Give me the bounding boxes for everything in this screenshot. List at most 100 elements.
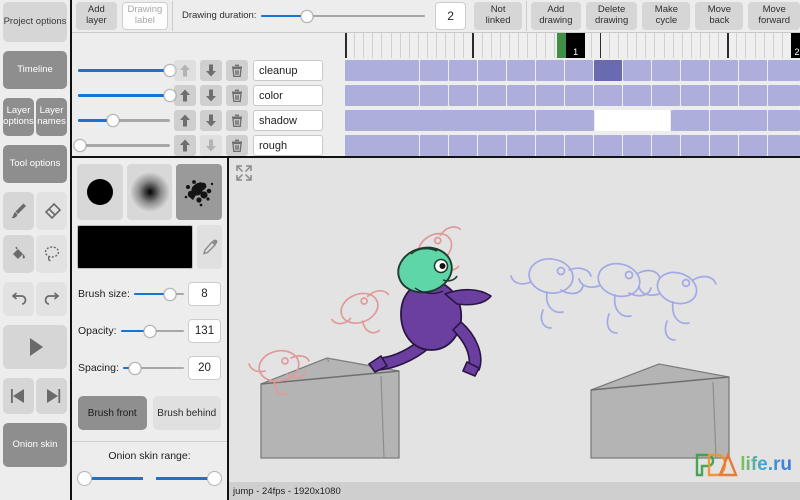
timeline-cell[interactable] — [565, 59, 593, 81]
step-back-button[interactable] — [3, 378, 34, 414]
layer-name-field[interactable]: cleanup — [253, 60, 323, 81]
timeline-ruler[interactable]: 12 — [345, 33, 800, 58]
param-value[interactable]: 131 — [188, 319, 221, 343]
timeline-cell[interactable] — [739, 59, 767, 81]
timeline-cell[interactable] — [594, 84, 622, 106]
timeline-cell[interactable] — [507, 59, 535, 81]
layer-cells[interactable] — [345, 133, 800, 156]
layer-move-up-button[interactable] — [174, 60, 196, 81]
timeline-cell[interactable] — [623, 84, 651, 106]
add-layer-button[interactable]: Add layer — [76, 2, 117, 30]
layer-name-field[interactable]: color — [253, 85, 323, 106]
make-cycle-button[interactable]: Make cycle — [642, 2, 691, 30]
timeline-cell[interactable] — [710, 59, 738, 81]
timeline-cell[interactable] — [768, 84, 800, 106]
slider-knob[interactable] — [300, 9, 314, 23]
timeline-cell[interactable] — [565, 134, 593, 156]
slider-knob[interactable] — [106, 114, 120, 127]
timeline-cell[interactable] — [420, 59, 448, 81]
timeline-cell[interactable] — [739, 134, 767, 156]
layer-move-down-button[interactable] — [200, 85, 222, 106]
layer-delete-button[interactable] — [226, 110, 248, 131]
move-back-button[interactable]: Move back — [695, 2, 744, 30]
timeline-cell[interactable] — [671, 109, 709, 131]
layer-cells[interactable] — [345, 83, 800, 108]
timeline-cell[interactable] — [507, 84, 535, 106]
timeline-cell[interactable] — [681, 59, 709, 81]
layer-cells[interactable] — [345, 108, 800, 133]
timeline-cell[interactable] — [345, 84, 419, 106]
param-value[interactable]: 20 — [188, 356, 221, 380]
timeline-cell[interactable] — [768, 109, 800, 131]
sidebar-item-onion-skin[interactable]: Onion skin — [3, 423, 67, 467]
brush-preset-hard-round[interactable] — [77, 164, 123, 220]
brush-tool-button[interactable] — [3, 192, 34, 230]
play-button[interactable] — [3, 325, 67, 369]
layer-move-up-button[interactable] — [174, 85, 196, 106]
timeline-cell[interactable] — [768, 134, 800, 156]
drawing-duration-slider[interactable] — [261, 9, 426, 23]
redo-button[interactable] — [36, 282, 67, 316]
slider-knob[interactable] — [163, 89, 177, 102]
slider-knob[interactable] — [128, 361, 142, 375]
timeline-cell[interactable] — [420, 134, 448, 156]
sidebar-item-timeline[interactable]: Timeline — [3, 51, 67, 89]
lasso-select-button[interactable] — [36, 235, 67, 273]
slider-knob[interactable] — [163, 287, 177, 301]
timeline-cell[interactable] — [536, 84, 564, 106]
current-frame-indicator[interactable]: 1 — [566, 33, 586, 58]
layer-opacity-slider[interactable] — [78, 64, 177, 78]
layer-move-up-button[interactable] — [174, 135, 196, 156]
timeline-cell[interactable] — [595, 109, 670, 131]
timeline-cell[interactable] — [652, 59, 680, 81]
onion-skin-range-slider[interactable] — [77, 469, 222, 487]
timeline-cell[interactable] — [420, 84, 448, 106]
drawing-label-button[interactable]: Drawing label — [121, 2, 169, 30]
layer-move-up-button[interactable] — [174, 110, 196, 131]
timeline-cell[interactable] — [623, 59, 651, 81]
timeline-cell[interactable] — [536, 109, 594, 131]
brush-front-button[interactable]: Brush front — [78, 396, 147, 430]
timeline-cell[interactable] — [345, 109, 535, 131]
layer-opacity-slider[interactable] — [78, 114, 170, 128]
timeline-cell[interactable] — [681, 134, 709, 156]
timeline-cell[interactable] — [768, 59, 800, 81]
sidebar-item-layer-options[interactable]: Layer options — [3, 98, 34, 136]
layer-delete-button[interactable] — [226, 60, 248, 81]
timeline-cell[interactable] — [449, 84, 477, 106]
drawing-duration-value[interactable]: 2 — [435, 2, 467, 30]
layer-cells[interactable] — [345, 58, 800, 83]
onion-range-right-knob[interactable] — [206, 471, 222, 486]
timeline-cell[interactable] — [345, 59, 419, 81]
timeline-cell[interactable] — [652, 134, 680, 156]
fill-bucket-button[interactable] — [3, 235, 34, 273]
layer-move-down-button[interactable] — [200, 110, 222, 131]
layer-name-field[interactable]: rough — [253, 135, 323, 156]
timeline-cell[interactable] — [536, 134, 564, 156]
sidebar-item-project-options[interactable]: Project options — [3, 2, 67, 42]
timeline-cell[interactable] — [478, 134, 506, 156]
brush-preset-splatter[interactable] — [176, 164, 223, 220]
drawing-canvas[interactable]: life.ru jump - 24fps - 1920x1080 — [229, 158, 800, 500]
not-linked-button[interactable]: Not linked — [474, 2, 523, 30]
brush-behind-button[interactable]: Brush behind — [152, 396, 221, 430]
end-frame-indicator[interactable]: 2 — [791, 33, 800, 58]
eyedropper-button[interactable] — [197, 225, 222, 269]
sidebar-item-tool-options[interactable]: Tool options — [3, 145, 67, 183]
timeline-cell[interactable] — [710, 134, 738, 156]
param-slider[interactable] — [120, 324, 184, 338]
timeline-cell[interactable] — [478, 84, 506, 106]
layer-name-field[interactable]: shadow — [253, 110, 323, 131]
undo-button[interactable] — [3, 282, 34, 316]
timeline-cell[interactable] — [449, 134, 477, 156]
param-value[interactable]: 8 — [188, 282, 221, 306]
param-slider[interactable] — [122, 361, 184, 375]
layer-delete-button[interactable] — [226, 85, 248, 106]
color-swatch[interactable] — [77, 225, 194, 269]
add-drawing-button[interactable]: Add drawing — [530, 2, 581, 30]
timeline-cell[interactable] — [710, 84, 738, 106]
slider-knob[interactable] — [73, 139, 87, 152]
onion-range-left-knob[interactable] — [77, 471, 93, 486]
timeline-cell[interactable] — [507, 134, 535, 156]
move-forward-button[interactable]: Move forward — [748, 2, 800, 30]
